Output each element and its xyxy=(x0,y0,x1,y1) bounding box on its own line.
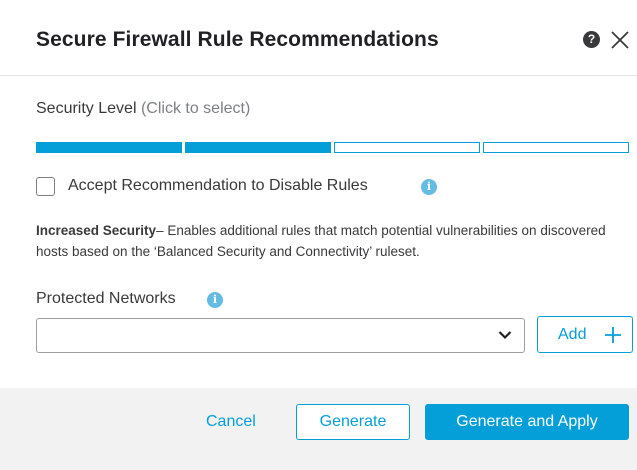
dialog-header: Secure Firewall Rule Recommendations ? xyxy=(0,0,637,76)
info-icon[interactable]: i xyxy=(207,292,223,308)
security-level-label: Security Level (Click to select) xyxy=(36,100,250,118)
generate-button[interactable]: Generate xyxy=(296,404,410,440)
disable-rules-checkbox[interactable] xyxy=(36,177,55,196)
protected-networks-label: Protected Networks xyxy=(36,290,176,307)
add-network-button[interactable]: Add xyxy=(537,316,633,353)
protected-networks-select[interactable] xyxy=(36,318,525,353)
disable-rules-label: Accept Recommendation to Disable Rules xyxy=(68,177,368,194)
security-level-bar-2[interactable] xyxy=(185,142,331,153)
generate-and-apply-button[interactable]: Generate and Apply xyxy=(425,404,629,440)
dialog-footer: Cancel Generate Generate and Apply xyxy=(0,388,637,470)
close-icon[interactable] xyxy=(610,30,630,50)
cancel-button[interactable]: Cancel xyxy=(206,413,256,431)
question-circle-icon[interactable]: ? xyxy=(583,31,600,48)
security-level-bar-1[interactable] xyxy=(36,142,182,153)
dialog-title: Secure Firewall Rule Recommendations xyxy=(36,28,439,51)
security-level-title: Security Level xyxy=(36,100,137,117)
description-heading: Increased Security xyxy=(36,223,157,238)
security-level-bar-3[interactable] xyxy=(334,142,480,153)
chevron-down-icon xyxy=(498,331,512,340)
security-level-bar-4[interactable] xyxy=(483,142,629,153)
info-icon[interactable]: i xyxy=(421,179,437,195)
security-level-hint: (Click to select) xyxy=(140,100,251,117)
rule-recommendations-dialog: Secure Firewall Rule Recommendations ? S… xyxy=(0,0,637,470)
security-description: Increased Security– Enables additional r… xyxy=(36,220,632,262)
add-button-label: Add xyxy=(558,326,587,343)
plus-icon xyxy=(605,327,621,343)
